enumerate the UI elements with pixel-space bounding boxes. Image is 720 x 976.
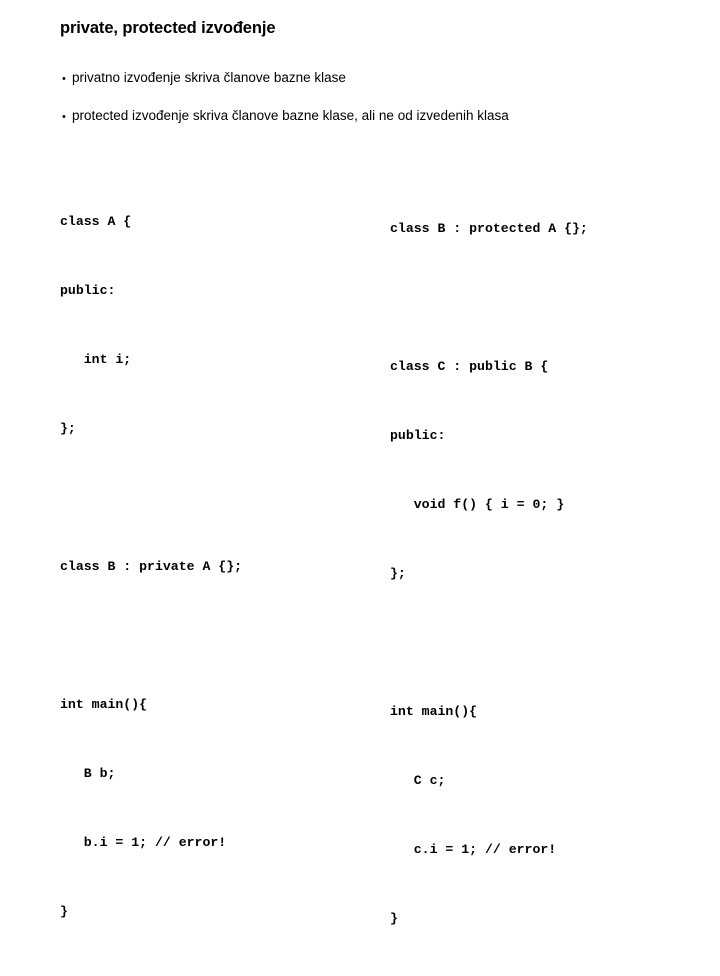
list-item-label: protected izvođenje skriva članove bazne…: [72, 108, 509, 123]
code-line: int main(){: [390, 704, 478, 719]
code-line: void f() { i = 0; }: [390, 497, 565, 512]
code-line: class B : protected A {};: [390, 221, 588, 236]
code-line: }: [390, 911, 398, 926]
code-line: }: [60, 904, 68, 919]
bullet-list: • privatno izvođenje skriva članove bazn…: [62, 70, 662, 146]
list-item-label: privatno izvođenje skriva članove bazne …: [72, 70, 346, 85]
code-line: };: [60, 421, 76, 436]
code-line: class A {: [60, 214, 132, 229]
code-line: int i;: [60, 352, 132, 367]
code-line: class B : private A {};: [60, 559, 243, 574]
code-line: C c;: [390, 773, 446, 788]
list-item: • protected izvođenje skriva članove baz…: [62, 108, 662, 146]
code-line: };: [390, 566, 406, 581]
bullet-point-icon: •: [62, 111, 66, 123]
code-line: c.i = 1; // error!: [390, 842, 557, 857]
bullet-point-icon: •: [62, 73, 66, 85]
slide-canvas: private, protected izvođenje • privatno …: [0, 0, 720, 926]
code-line: class C : public B {: [390, 359, 549, 374]
code-line: public:: [390, 428, 446, 443]
code-block-left: class A { public: int i; }; class B : pr…: [60, 164, 242, 969]
code-line: b.i = 1; // error!: [60, 835, 227, 850]
code-line: int main(){: [60, 697, 148, 712]
code-line: B b;: [60, 766, 116, 781]
page-title: private, protected izvođenje: [60, 19, 276, 37]
code-block-right: class B : protected A {}; class C : publ…: [390, 171, 588, 976]
code-line: public:: [60, 283, 116, 298]
list-item: • privatno izvođenje skriva članove bazn…: [62, 70, 662, 108]
